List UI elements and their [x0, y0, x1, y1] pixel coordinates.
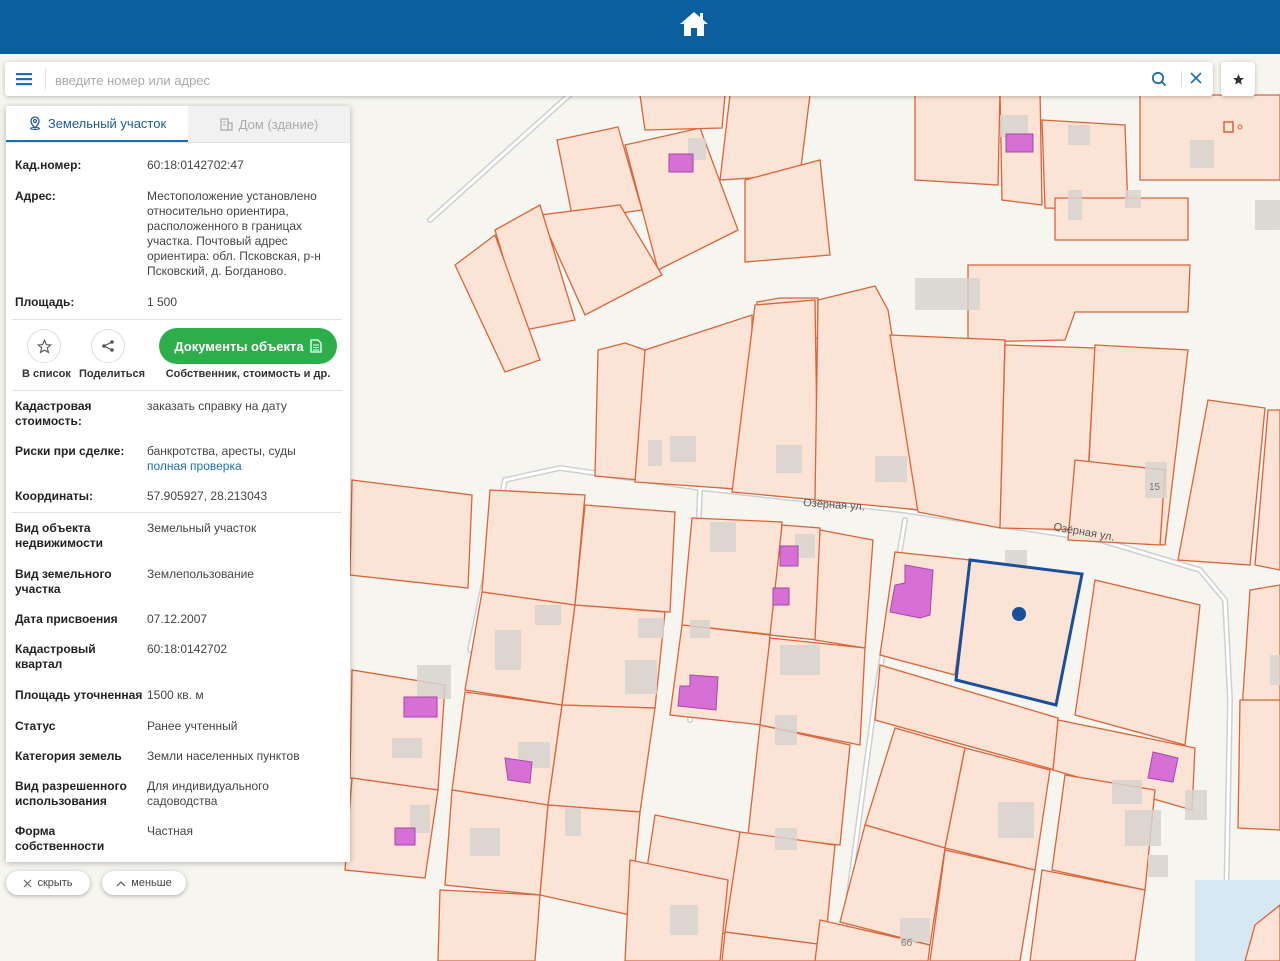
cadastral-quarter-value: 60:18:0142702 — [147, 642, 228, 656]
area-value: 1 500 — [147, 295, 178, 309]
address-label: Адрес: — [15, 189, 56, 203]
house-number-6b: 6б — [901, 937, 913, 949]
search-icon[interactable] — [1151, 71, 1167, 87]
close-icon[interactable] — [1189, 71, 1203, 85]
permitted-use-label: Вид разрешенного использования — [15, 779, 127, 808]
area-label: Площадь: — [15, 295, 75, 309]
chevron-up-icon — [116, 880, 126, 886]
land-type-value: Землепользование — [147, 567, 254, 581]
top-bar — [0, 0, 1280, 54]
cad-number-value[interactable]: 60:18:0142702:47 — [147, 158, 332, 173]
tab-land-label: Земельный участок — [47, 115, 167, 131]
close-icon — [24, 879, 32, 887]
assignment-date-label: Дата присвоения — [15, 612, 118, 626]
selected-parcel[interactable] — [954, 558, 1084, 707]
order-certificate-link[interactable]: заказать справку на дату — [147, 399, 332, 414]
star-icon — [1232, 73, 1244, 85]
search-input[interactable] — [53, 62, 1147, 98]
assignment-date-value: 07.12.2007 — [147, 612, 208, 626]
object-type-label: Вид объекта недвижимости — [15, 521, 103, 550]
divider — [12, 390, 342, 391]
menu-separator — [45, 68, 46, 90]
parcel-marker[interactable] — [1012, 607, 1026, 621]
search-bar — [5, 62, 1213, 98]
permitted-use-value: Для индивидуального садоводства — [147, 779, 269, 808]
ownership-label: Форма собственности — [15, 824, 105, 853]
add-to-list-label: В список — [22, 368, 71, 380]
share-icon — [102, 340, 114, 352]
status-label: Статус — [15, 719, 56, 733]
home-icon — [680, 12, 708, 36]
land-type-label: Вид земельного участка — [15, 567, 112, 596]
collapse-panel-button[interactable]: меньше — [102, 871, 186, 895]
object-documents-subtitle: Собственник, стоимость и др. — [165, 368, 331, 380]
tab-building[interactable]: Дом (здание) — [188, 106, 350, 142]
home-button[interactable] — [674, 6, 714, 42]
object-type-value: Земельный участок — [147, 521, 257, 535]
ownership-value: Частная — [147, 824, 193, 838]
coordinates-value: 57.905927, 28.213043 — [147, 489, 268, 503]
risks-label: Риски при сделке: — [15, 444, 125, 458]
address-value: Местоположение установлено относительно … — [147, 189, 321, 278]
map-pin-icon — [29, 116, 40, 130]
divider — [12, 319, 342, 320]
clear-separator — [1181, 71, 1182, 87]
cadastral-cost-label: Кадастровая стоимость: — [15, 399, 92, 428]
tab-building-label: Дом (здание) — [238, 116, 319, 132]
land-category-value: Земли населенных пунктов — [147, 749, 300, 763]
status-value: Ранее учтенный — [147, 719, 238, 733]
precise-area-label: Площадь уточненная — [15, 688, 143, 702]
hide-panel-button[interactable]: скрыть — [6, 871, 90, 895]
object-documents-label: Документы объекта — [174, 338, 304, 354]
cadastral-quarter-label: Кадастровый квартал — [15, 642, 96, 671]
divider — [12, 512, 342, 513]
menu-icon[interactable] — [15, 71, 33, 87]
hide-panel-label: скрыть — [37, 877, 73, 889]
building-icon — [220, 118, 233, 131]
cad-number-label: Кад.номер: — [15, 158, 82, 172]
document-icon — [310, 339, 322, 353]
parcel-info-panel: Земельный участок Дом (здание) Кад.номер… — [6, 106, 350, 862]
land-category-label: Категория земель — [15, 749, 122, 763]
share-button[interactable] — [91, 329, 125, 363]
risks-text: банкротства, аресты, суды — [147, 444, 296, 458]
object-documents-button[interactable]: Документы объекта — [159, 328, 337, 364]
full-check-link[interactable]: полная проверка — [147, 459, 332, 474]
tab-bar: Земельный участок Дом (здание) — [6, 106, 350, 143]
collapse-panel-label: меньше — [131, 877, 172, 889]
coordinates-label: Координаты: — [15, 489, 94, 503]
house-number-15: 15 — [1149, 482, 1161, 493]
risks-value: банкротства, аресты, суды полная проверк… — [147, 444, 332, 474]
precise-area-value: 1500 кв. м — [147, 688, 204, 702]
add-to-list-button[interactable] — [27, 329, 61, 363]
star-outline-icon — [36, 338, 52, 354]
share-label: Поделиться — [79, 368, 146, 380]
favorites-button[interactable] — [1221, 62, 1255, 96]
tab-land-plot[interactable]: Земельный участок — [6, 106, 188, 142]
